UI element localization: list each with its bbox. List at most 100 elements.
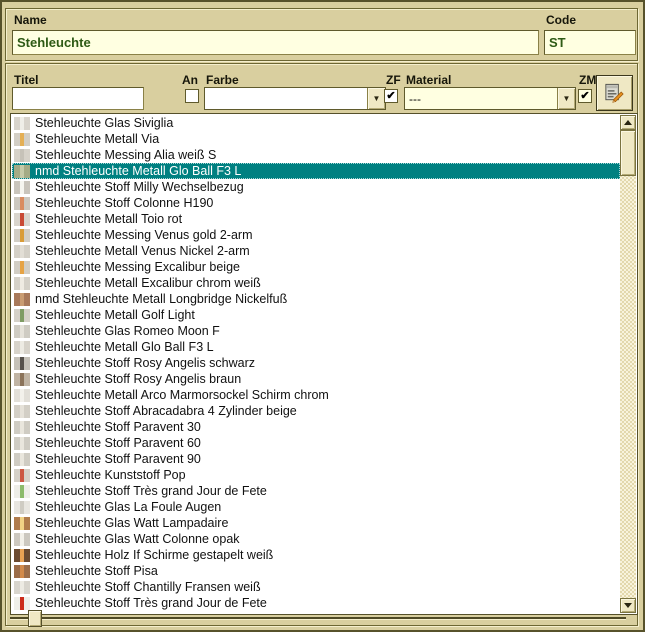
item-thumbnail-icon [14, 405, 30, 418]
material-label: Material [406, 73, 451, 87]
list-item[interactable]: Stehleuchte Metall Excalibur chrom weiß [12, 275, 620, 291]
item-thumbnail-icon [14, 501, 30, 514]
item-thumbnail-icon [14, 437, 30, 450]
item-thumbnail-icon [14, 165, 30, 178]
material-dropdown-button[interactable]: ▼ [557, 88, 575, 109]
scroll-down-icon [624, 603, 632, 608]
list-item[interactable]: Stehleuchte Stoff Paravent 30 [12, 419, 620, 435]
list-item[interactable]: Stehleuchte Stoff Colonne H190 [12, 195, 620, 211]
form-with-pencil-icon [603, 81, 626, 105]
an-checkbox[interactable] [185, 89, 199, 103]
item-label: Stehleuchte Glas Watt Colonne opak [35, 532, 240, 546]
vertical-scrollbar-thumb[interactable] [620, 130, 636, 176]
item-label: Stehleuchte Glas Siviglia [35, 116, 173, 130]
item-label: Stehleuchte Metall Glo Ball F3 L [35, 340, 214, 354]
item-label: Stehleuchte Stoff Abracadabra 4 Zylinder… [35, 404, 297, 418]
item-label: nmd Stehleuchte Metall Glo Ball F3 L [35, 164, 241, 178]
list-item[interactable]: nmd Stehleuchte Metall Glo Ball F3 L [12, 163, 620, 179]
an-label: An [182, 73, 198, 87]
list-item[interactable]: Stehleuchte Messing Excalibur beige [12, 259, 620, 275]
item-label: Stehleuchte Metall Toio rot [35, 212, 182, 226]
list-item[interactable]: Stehleuchte Metall Golf Light [12, 307, 620, 323]
item-thumbnail-icon [14, 133, 30, 146]
item-label: Stehleuchte Glas Watt Lampadaire [35, 516, 228, 530]
item-label: Stehleuchte Stoff Rosy Angelis braun [35, 372, 241, 386]
list-item[interactable]: Stehleuchte Holz If Schirme gestapelt we… [12, 547, 620, 563]
list-item[interactable]: Stehleuchte Stoff Rosy Angelis schwarz [12, 355, 620, 371]
list-item[interactable]: Stehleuchte Kunststoff Pop [12, 467, 620, 483]
check-icon: ✔ [386, 91, 395, 102]
code-input[interactable] [544, 30, 636, 55]
list-item[interactable]: Stehleuchte Messing Alia weiß S [12, 147, 620, 163]
item-label: Stehleuchte Stoff Très grand Jour de Fet… [35, 596, 267, 610]
item-thumbnail-icon [14, 149, 30, 162]
horizontal-scrollbar-thumb[interactable] [28, 610, 42, 627]
item-label: Stehleuchte Stoff Paravent 90 [35, 452, 201, 466]
list-item[interactable]: Stehleuchte Stoff Milly Wechselbezug [12, 179, 620, 195]
farbe-dropdown-button[interactable]: ▼ [367, 88, 385, 109]
scroll-up-icon [624, 120, 632, 125]
list-item[interactable]: Stehleuchte Stoff Rosy Angelis braun [12, 371, 620, 387]
list-item[interactable]: Stehleuchte Stoff Abracadabra 4 Zylinder… [12, 403, 620, 419]
list-item[interactable]: Stehleuchte Glas Watt Colonne opak [12, 531, 620, 547]
horizontal-scrollbar-track[interactable] [10, 617, 626, 620]
item-label: Stehleuchte Stoff Très grand Jour de Fet… [35, 484, 267, 498]
item-label: Stehleuchte Messing Excalibur beige [35, 260, 240, 274]
scroll-up-button[interactable] [620, 115, 636, 130]
item-label: nmd Stehleuchte Metall Longbridge Nickel… [35, 292, 287, 306]
item-label: Stehleuchte Messing Venus gold 2-arm [35, 228, 253, 242]
item-label: Stehleuchte Stoff Milly Wechselbezug [35, 180, 244, 194]
item-thumbnail-icon [14, 533, 30, 546]
list-item[interactable] [12, 611, 620, 613]
list-item[interactable]: Stehleuchte Stoff Très grand Jour de Fet… [12, 483, 620, 499]
farbe-label: Farbe [206, 73, 239, 87]
titel-input[interactable] [12, 87, 144, 110]
scroll-down-button[interactable] [620, 598, 636, 613]
item-thumbnail-icon [14, 485, 30, 498]
zm-label: ZM [579, 73, 596, 87]
list-item[interactable]: Stehleuchte Stoff Pisa [12, 563, 620, 579]
list-item[interactable]: Stehleuchte Metall Toio rot [12, 211, 620, 227]
item-label: Stehleuchte Stoff Rosy Angelis schwarz [35, 356, 255, 370]
code-label: Code [546, 13, 576, 27]
item-label: Stehleuchte Glas Romeo Moon F [35, 324, 220, 338]
zf-checkbox[interactable]: ✔ [384, 89, 398, 103]
farbe-combobox[interactable]: ▼ [204, 87, 386, 110]
list-item[interactable]: Stehleuchte Stoff Paravent 90 [12, 451, 620, 467]
item-thumbnail-icon [14, 421, 30, 434]
vertical-scrollbar[interactable] [620, 115, 636, 613]
material-combobox[interactable]: ▼ [404, 87, 576, 110]
list-item[interactable]: Stehleuchte Messing Venus gold 2-arm [12, 227, 620, 243]
item-thumbnail-icon [14, 581, 30, 594]
farbe-combobox-input[interactable] [205, 88, 367, 109]
item-thumbnail-icon [14, 277, 30, 290]
item-thumbnail-icon [14, 469, 30, 482]
item-thumbnail-icon [14, 293, 30, 306]
list-item[interactable]: Stehleuchte Glas Romeo Moon F [12, 323, 620, 339]
list-item[interactable]: Stehleuchte Metall Venus Nickel 2-arm [12, 243, 620, 259]
list-item[interactable]: Stehleuchte Metall Glo Ball F3 L [12, 339, 620, 355]
list-item[interactable]: Stehleuchte Glas Watt Lampadaire [12, 515, 620, 531]
list-item[interactable]: Stehleuchte Metall Via [12, 131, 620, 147]
list-item[interactable]: Stehleuchte Glas La Foule Augen [12, 499, 620, 515]
list-item[interactable]: Stehleuchte Stoff Chantilly Fransen weiß [12, 579, 620, 595]
zm-checkbox[interactable]: ✔ [578, 89, 592, 103]
list-item[interactable]: Stehleuchte Stoff Paravent 60 [12, 435, 620, 451]
material-combobox-input[interactable] [405, 88, 557, 109]
item-thumbnail-icon [14, 389, 30, 402]
product-search-window: Name Code Titel An Farbe ▼ ZF ✔ Material… [0, 0, 645, 632]
item-thumbnail-icon [14, 565, 30, 578]
list-item[interactable]: Stehleuchte Stoff Très grand Jour de Fet… [12, 595, 620, 611]
list-item[interactable]: nmd Stehleuchte Metall Longbridge Nickel… [12, 291, 620, 307]
edit-form-button[interactable] [596, 75, 633, 111]
name-input[interactable] [12, 30, 539, 55]
list-item[interactable]: Stehleuchte Glas Siviglia [12, 115, 620, 131]
list-item[interactable]: Stehleuchte Metall Arco Marmorsockel Sch… [12, 387, 620, 403]
item-label: Stehleuchte Stoff Paravent 30 [35, 420, 201, 434]
item-thumbnail-icon [14, 213, 30, 226]
item-label: Stehleuchte Stoff Pisa [35, 564, 158, 578]
item-label: Stehleuchte Metall Via [35, 132, 159, 146]
item-label: Stehleuchte Messing Alia weiß S [35, 148, 216, 162]
zf-label: ZF [386, 73, 401, 87]
main-panel: Titel An Farbe ▼ ZF ✔ Material ▼ ZM ✔ [5, 63, 638, 626]
